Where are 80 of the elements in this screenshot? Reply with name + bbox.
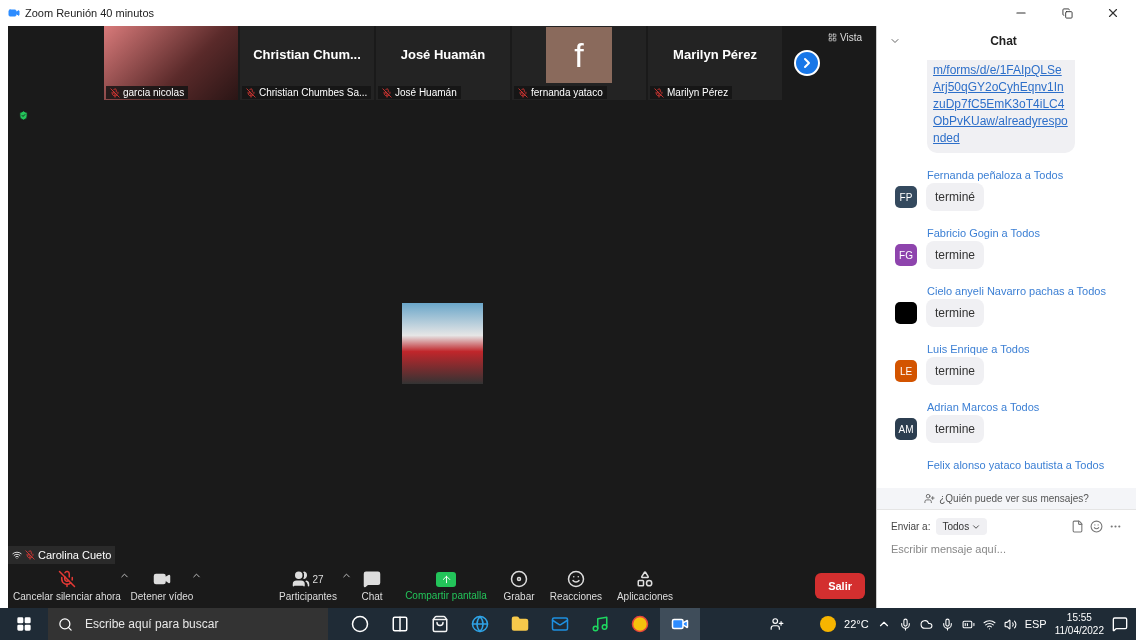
message-bubble: termine <box>926 357 984 385</box>
language-indicator[interactable]: ESP <box>1024 618 1047 630</box>
leave-button[interactable]: Salir <box>815 573 865 599</box>
mail-icon <box>551 615 569 633</box>
smiley-icon <box>567 570 585 588</box>
name-tag: José Huamán <box>378 86 461 99</box>
app-logo-icon <box>8 7 20 19</box>
chat-title: Chat <box>989 34 1018 48</box>
name-tag: Carolina Cueto <box>8 546 116 564</box>
recipient-dropdown[interactable]: Todos <box>936 518 988 535</box>
participant-name: José Huamán <box>400 46 486 62</box>
next-page-button[interactable] <box>794 50 820 76</box>
search-field[interactable]: Escribe aquí para buscar <box>48 608 328 640</box>
smiley-icon[interactable] <box>1090 520 1103 533</box>
folder-icon <box>511 615 529 633</box>
participant-name: Christian Chum... <box>253 46 361 62</box>
message-bubble: termine <box>926 415 984 443</box>
send-to-label: Enviar a: <box>891 521 931 532</box>
record-icon <box>510 570 528 588</box>
toolbar-button[interactable]: Aplicaciones <box>610 564 680 608</box>
toolbar-button[interactable]: Reacciones <box>542 564 610 608</box>
volume-icon[interactable] <box>1003 617 1017 631</box>
store-bag-icon <box>431 615 449 633</box>
message-sender: Fabricio Gogin a Todos <box>927 227 1041 239</box>
privacy-notice[interactable]: ¿Quién puede ver sus mensajes? <box>877 488 1136 509</box>
toolbar-button[interactable]: Cancelar silenciar ahora <box>8 564 126 608</box>
cloud-icon[interactable] <box>919 617 933 631</box>
message-sender: Cielo anyeli Navarro pachas a Todos <box>927 285 1107 297</box>
muted-mic-icon <box>58 570 76 588</box>
chat-bubble-icon <box>363 570 381 588</box>
apps-icon <box>636 570 654 588</box>
toolbar-button[interactable]: Grabar <box>496 564 542 608</box>
toolbar-button[interactable]: 27 Participantes <box>268 564 348 608</box>
avatar: LE <box>895 360 917 382</box>
toolbar-button[interactable]: Chat <box>348 564 396 608</box>
name-tag: Marilyn Pérez <box>650 86 733 99</box>
person-icon <box>924 493 936 504</box>
message-sender: Fernanda peñaloza a Todos <box>927 169 1065 181</box>
grid-icon <box>828 33 837 42</box>
name-tag: garcia nicolas <box>106 86 189 99</box>
message-link[interactable]: m/forms/d/e/1FAIpQLSeArj50qGY2oCyhEqnv1InzuDp7fC5EmK3oT4iLC4ObPvKUaw/alreadyresponded <box>933 62 1069 147</box>
profile-initial: f <box>546 27 612 83</box>
shield-icon <box>18 110 29 121</box>
circle-icon <box>351 615 369 633</box>
browser-icon <box>471 615 489 633</box>
message-sender: Luis Enrique a Todos <box>927 343 1031 355</box>
people-icon[interactable] <box>770 617 785 631</box>
close-icon <box>1106 6 1120 20</box>
participant-name: Marilyn Pérez <box>673 46 757 62</box>
message-sender: Felix alonso yataco bautista a Todos <box>927 459 1106 471</box>
search-input[interactable]: Escribe aquí para buscar <box>83 616 328 632</box>
wifi-icon[interactable] <box>982 617 996 631</box>
share-screen-icon <box>436 571 456 587</box>
people-icon <box>292 570 311 588</box>
taskbar-app[interactable] <box>660 608 700 640</box>
notification-icon[interactable] <box>1112 616 1128 632</box>
toolbar-button[interactable]: Compartir pantalla <box>396 564 496 608</box>
avatar: AM <box>895 418 917 440</box>
search-icon <box>58 616 73 632</box>
file-icon[interactable] <box>1071 520 1084 533</box>
message-bubble: termine <box>926 299 984 327</box>
sun-icon[interactable] <box>820 616 837 632</box>
clock[interactable]: 15:55 11/04/2022 <box>1054 611 1104 637</box>
avatar: FP <box>895 186 917 208</box>
avatar: FG <box>895 244 917 266</box>
signal-icon <box>12 550 22 560</box>
view-button[interactable]: Vista <box>828 32 863 43</box>
microphone-icon[interactable] <box>940 617 954 631</box>
music-icon <box>591 615 609 633</box>
name-tag: Christian Chumbes Sa... <box>242 86 372 99</box>
mic-icon[interactable] <box>898 617 912 631</box>
name-tag: fernanda yataco <box>514 86 607 99</box>
message-bubble: termine <box>926 241 984 269</box>
message-sender: Adrian Marcos a Todos <box>927 401 1041 413</box>
window-title: Zoom Reunión 40 minutos <box>25 7 155 19</box>
message-bubble: terminé <box>926 183 984 211</box>
toolbar-button[interactable]: Detener vídeo <box>126 564 198 608</box>
restore-icon <box>1061 7 1073 19</box>
temperature[interactable]: 22°C <box>844 618 869 630</box>
task-view-icon <box>391 615 409 633</box>
